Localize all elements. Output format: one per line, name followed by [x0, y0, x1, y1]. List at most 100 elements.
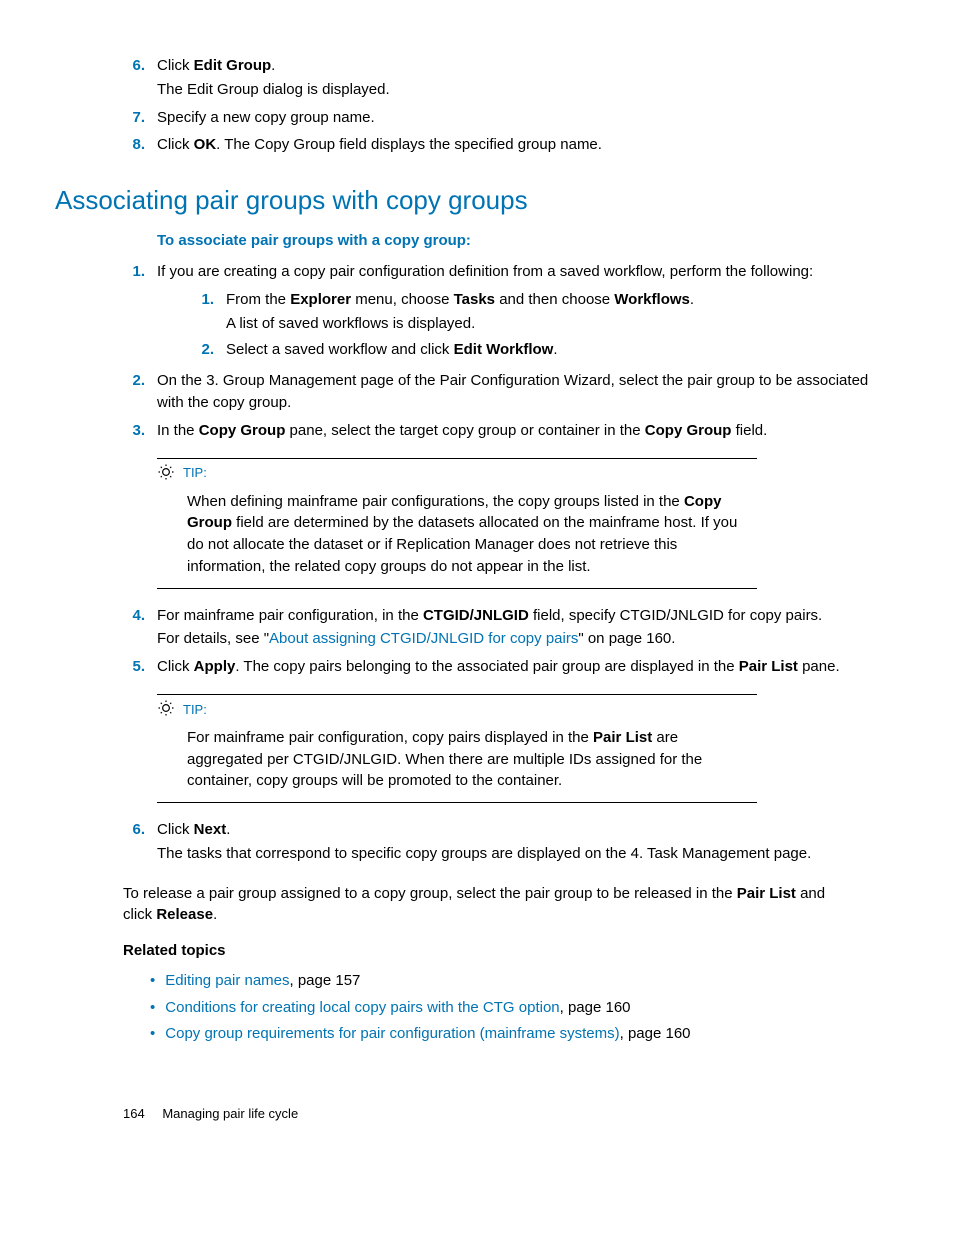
text: In the [157, 422, 199, 439]
procedure-intro: To associate pair groups with a copy gro… [157, 230, 894, 252]
cross-ref-link[interactable]: About assigning CTGID/JNLGID for copy pa… [269, 630, 578, 647]
text: . [271, 57, 275, 74]
lightbulb-icon [157, 699, 175, 721]
bold-text: OK [194, 136, 217, 153]
related-item: Editing pair names, page 157 [150, 970, 894, 992]
bold-text: Copy Group [199, 422, 286, 439]
list-text: Specify a new copy group name. [157, 107, 894, 129]
text: field. [731, 422, 767, 439]
list-number: 5. [123, 656, 145, 678]
bold-text: Edit Group [194, 57, 272, 74]
list-number: 3. [123, 420, 145, 442]
list-item: 7. Specify a new copy group name. [123, 107, 894, 129]
assoc-ordered-list: 1. If you are creating a copy pair confi… [123, 261, 894, 441]
list-item: 5. Click Apply. The copy pairs belonging… [123, 656, 894, 678]
sub-text: The Edit Group dialog is displayed. [157, 79, 894, 101]
list-number: 1. [192, 289, 214, 335]
list-text: For mainframe pair configuration, in the… [157, 605, 894, 651]
list-item: 3. In the Copy Group pane, select the ta… [123, 420, 894, 442]
list-text: Select a saved workflow and click Edit W… [226, 339, 894, 361]
assoc-ordered-list-cont: 4. For mainframe pair configuration, in … [123, 605, 894, 678]
list-number: 8. [123, 134, 145, 156]
text: Click [157, 821, 194, 838]
text: menu, choose [351, 291, 454, 308]
text: field, specify CTGID/JNLGID for copy pai… [529, 607, 822, 624]
bold-text: Tasks [454, 291, 495, 308]
bold-text: Copy Group [645, 422, 732, 439]
list-item: 8. Click OK. The Copy Group field displa… [123, 134, 894, 156]
list-number: 1. [123, 261, 145, 364]
release-paragraph: To release a pair group assigned to a co… [123, 883, 833, 927]
related-item: Conditions for creating local copy pairs… [150, 997, 894, 1019]
bold-text: Edit Workflow [454, 341, 554, 358]
list-item: 1. If you are creating a copy pair confi… [123, 261, 894, 364]
related-link[interactable]: Editing pair names [165, 972, 289, 989]
text: , page 160 [560, 999, 631, 1016]
page-number: 164 [123, 1106, 145, 1121]
list-text: In the Copy Group pane, select the targe… [157, 420, 894, 442]
tip-block: TIP: When defining mainframe pair config… [157, 458, 757, 589]
list-item: 4. For mainframe pair configuration, in … [123, 605, 894, 651]
text: . [226, 821, 230, 838]
list-item: 2. Select a saved workflow and click Edi… [192, 339, 894, 361]
bold-text: Workflows [614, 291, 690, 308]
text: To release a pair group assigned to a co… [123, 885, 737, 902]
related-link[interactable]: Conditions for creating local copy pairs… [165, 999, 559, 1016]
text: Select a saved workflow and click [226, 341, 454, 358]
text: When defining mainframe pair configurati… [187, 493, 684, 510]
text: pane, select the target copy group or co… [285, 422, 644, 439]
list-item: 2. On the 3. Group Management page of th… [123, 370, 894, 414]
tip-block: TIP: For mainframe pair configuration, c… [157, 694, 757, 803]
bold-text: Pair List [739, 658, 798, 675]
related-link[interactable]: Copy group requirements for pair configu… [165, 1025, 619, 1042]
nested-list: 1. From the Explorer menu, choose Tasks … [192, 289, 894, 360]
list-text: On the 3. Group Management page of the P… [157, 370, 894, 414]
sub-text: For details, see "About assigning CTGID/… [157, 628, 894, 650]
related-topics-list: Editing pair names, page 157 Conditions … [150, 970, 894, 1045]
text: , page 160 [620, 1025, 691, 1042]
top-ordered-list: 6. Click Edit Group. The Edit Group dial… [123, 55, 894, 156]
list-number: 6. [123, 819, 145, 865]
bold-text: Apply [194, 658, 236, 675]
list-number: 2. [123, 370, 145, 414]
page-footer: 164 Managing pair life cycle [123, 1105, 894, 1124]
text: , page 157 [290, 972, 361, 989]
text: Click [157, 57, 194, 74]
lightbulb-icon [157, 463, 175, 485]
related-topics-heading: Related topics [123, 940, 894, 962]
list-text: Click Apply. The copy pairs belonging to… [157, 656, 894, 678]
text: . [213, 906, 217, 923]
text: . [553, 341, 557, 358]
list-number: 7. [123, 107, 145, 129]
tip-body: For mainframe pair configuration, copy p… [187, 727, 757, 792]
text: For details, see " [157, 630, 269, 647]
text: Click [157, 136, 194, 153]
list-item: 6. Click Next. The tasks that correspond… [123, 819, 894, 865]
bold-text: Next [194, 821, 227, 838]
section-heading: Associating pair groups with copy groups [55, 182, 894, 220]
footer-title: Managing pair life cycle [162, 1106, 298, 1121]
sub-text: A list of saved workflows is displayed. [226, 313, 894, 335]
text: If you are creating a copy pair configur… [157, 263, 813, 280]
text: . The Copy Group field displays the spec… [216, 136, 602, 153]
text: field are determined by the datasets all… [187, 514, 737, 575]
list-number: 6. [123, 55, 145, 101]
text: . The copy pairs belonging to the associ… [235, 658, 738, 675]
tip-header: TIP: [157, 699, 757, 721]
text: For mainframe pair configuration, copy p… [187, 729, 593, 746]
list-number: 2. [192, 339, 214, 361]
tip-header: TIP: [157, 463, 757, 485]
tip-label: TIP: [183, 464, 207, 483]
bold-text: Pair List [737, 885, 796, 902]
related-item: Copy group requirements for pair configu… [150, 1023, 894, 1045]
text: From the [226, 291, 290, 308]
bold-text: Pair List [593, 729, 652, 746]
list-number: 4. [123, 605, 145, 651]
bold-text: CTGID/JNLGID [423, 607, 529, 624]
bold-text: Explorer [290, 291, 351, 308]
text: Click [157, 658, 194, 675]
tip-label: TIP: [183, 701, 207, 720]
list-item: 1. From the Explorer menu, choose Tasks … [192, 289, 894, 335]
list-text: Click Next. The tasks that correspond to… [157, 819, 894, 865]
text: pane. [798, 658, 840, 675]
